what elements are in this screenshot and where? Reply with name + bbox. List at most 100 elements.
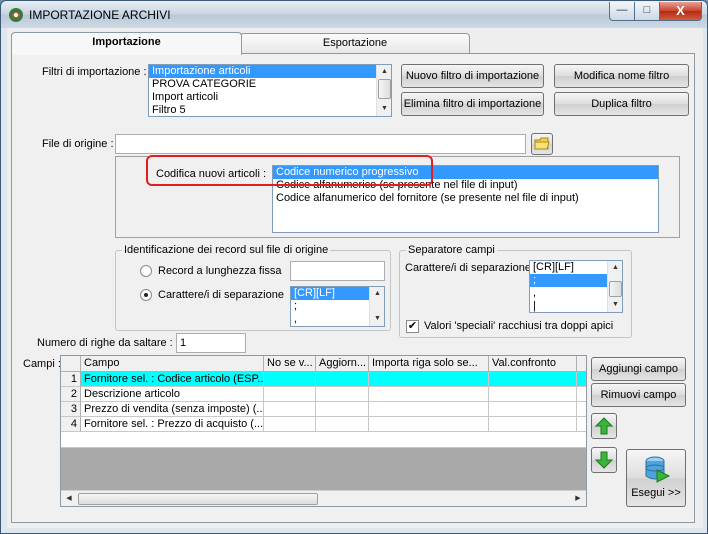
rename-filter-button[interactable]: Modifica nome filtro	[554, 64, 689, 88]
grid-cell[interactable]	[489, 387, 577, 402]
grid-cell[interactable]	[369, 402, 489, 417]
tab-importazione[interactable]: Importazione	[11, 32, 242, 55]
client-area: Importazione Esportazione Filtri di impo…	[7, 28, 703, 528]
source-file-input[interactable]	[115, 134, 526, 154]
grid-cell[interactable]	[577, 372, 586, 387]
scroll-thumb[interactable]	[378, 79, 391, 99]
grid-cell[interactable]	[316, 387, 369, 402]
grid-cell[interactable]	[369, 372, 489, 387]
grid-cell[interactable]	[264, 372, 316, 387]
list-item[interactable]: PROVA CATEGORIE	[149, 78, 391, 91]
table-row[interactable]: Descrizione articolo	[81, 387, 264, 402]
scroll-up-icon[interactable]: ▲	[608, 261, 622, 275]
fields-label: Campi :	[23, 358, 61, 370]
close-button[interactable]: X	[659, 2, 702, 21]
grid-cell[interactable]	[489, 402, 577, 417]
grid-empty-row	[61, 432, 586, 448]
quoted-values-checkbox[interactable]: ✔	[406, 320, 419, 333]
field-separator-group: Separatore campi Carattere/i di separazi…	[399, 244, 632, 338]
grid-horizontal-scrollbar[interactable]: ◀ ▶	[61, 490, 586, 506]
separator-radio[interactable]	[140, 289, 152, 301]
remove-field-button[interactable]: Rimuovi campo	[591, 383, 686, 407]
field-separator-listbox[interactable]: [CR][LF] ; , | ▲ ▼	[529, 260, 623, 313]
fields-grid[interactable]: Campo No se v... Aggiorn... Importa riga…	[60, 355, 587, 507]
add-field-button[interactable]: Aggiungi campo	[591, 357, 686, 381]
scroll-thumb[interactable]	[78, 493, 318, 505]
minimize-button[interactable]: —	[609, 2, 635, 21]
title-bar: IMPORTAZIONE ARCHIVI — □ X	[1, 1, 707, 28]
quoted-values-label: Valori 'speciali' racchiusi tra doppi ap…	[424, 320, 614, 332]
column-header-importa-riga[interactable]: Importa riga solo se...	[369, 356, 489, 372]
execute-button[interactable]: Esegui >>	[626, 449, 686, 507]
field-separator-label: Carattere/i di separazione	[405, 262, 531, 274]
grid-cell[interactable]	[489, 372, 577, 387]
grid-cell[interactable]	[369, 417, 489, 432]
row-number[interactable]: 1	[61, 372, 81, 387]
list-item[interactable]: Filtro 5	[149, 104, 391, 116]
move-down-button[interactable]	[591, 447, 617, 473]
filters-label: Filtri di importazione :	[42, 66, 147, 78]
grid-cell[interactable]	[577, 417, 586, 432]
list-item[interactable]: Import articoli	[149, 91, 391, 104]
filters-scrollbar[interactable]: ▲ ▼	[376, 65, 391, 116]
record-id-title: Identificazione dei record sul file di o…	[122, 244, 331, 256]
field-separator-title: Separatore campi	[406, 244, 497, 256]
fixed-length-radio[interactable]	[140, 265, 152, 277]
folder-icon	[534, 137, 550, 150]
grid-cell[interactable]	[369, 387, 489, 402]
table-row[interactable]: Fornitore sel. : Codice articolo (ESP...	[81, 372, 264, 387]
fixed-length-input[interactable]	[290, 261, 385, 281]
scroll-down-icon[interactable]: ▼	[377, 102, 391, 116]
delete-filter-button[interactable]: Elimina filtro di importazione	[401, 92, 544, 116]
scroll-right-icon[interactable]: ▶	[570, 491, 586, 506]
grid-cell[interactable]	[316, 402, 369, 417]
scroll-up-icon[interactable]: ▲	[370, 287, 384, 301]
skip-rows-label: Numero di righe da saltare :	[37, 337, 173, 349]
separator-label: Carattere/i di separazione	[158, 289, 284, 301]
annotation-highlight	[146, 155, 433, 186]
column-header-extra[interactable]	[577, 356, 586, 372]
record-separator-scrollbar[interactable]: ▲ ▼	[369, 287, 384, 326]
grid-cell[interactable]	[316, 372, 369, 387]
skip-rows-input[interactable]: 1	[176, 333, 246, 353]
scroll-down-icon[interactable]: ▼	[608, 298, 622, 312]
column-header-no-se-v[interactable]: No se v...	[264, 356, 316, 372]
table-row[interactable]: Fornitore sel. : Prezzo di acquisto (...	[81, 417, 264, 432]
arrow-down-icon	[594, 451, 614, 469]
source-file-label: File di origine :	[42, 138, 114, 150]
row-number[interactable]: 2	[61, 387, 81, 402]
grid-cell[interactable]	[577, 387, 586, 402]
grid-cell[interactable]	[264, 417, 316, 432]
list-item[interactable]: Importazione articoli	[149, 65, 391, 78]
table-row[interactable]: Prezzo di vendita (senza imposte) (...	[81, 402, 264, 417]
grid-cell[interactable]	[264, 402, 316, 417]
scroll-left-icon[interactable]: ◀	[61, 491, 77, 506]
tab-esportazione[interactable]: Esportazione	[240, 33, 470, 54]
arrow-up-icon	[594, 417, 614, 435]
row-number[interactable]: 3	[61, 402, 81, 417]
list-item[interactable]: Codice alfanumerico del fornitore (se pr…	[273, 192, 658, 205]
column-header-aggiorn[interactable]: Aggiorn...	[316, 356, 369, 372]
grid-cell[interactable]	[577, 402, 586, 417]
maximize-button[interactable]: □	[634, 2, 660, 21]
record-separator-listbox[interactable]: [CR][LF] ; , ▲ ▼	[290, 286, 385, 327]
record-id-group: Identificazione dei record sul file di o…	[115, 244, 391, 331]
column-header-val-confronto[interactable]: Val.confronto	[489, 356, 577, 372]
filters-listbox[interactable]: Importazione articoli PROVA CATEGORIE Im…	[148, 64, 392, 117]
app-icon	[9, 8, 23, 22]
move-up-button[interactable]	[591, 413, 617, 439]
scroll-up-icon[interactable]: ▲	[377, 65, 391, 79]
import-archives-window: IMPORTAZIONE ARCHIVI — □ X Importazione …	[0, 0, 708, 534]
field-separator-scrollbar[interactable]: ▲ ▼	[607, 261, 622, 312]
duplicate-filter-button[interactable]: Duplica filtro	[554, 92, 689, 116]
column-header-campo[interactable]: Campo	[81, 356, 264, 372]
scroll-down-icon[interactable]: ▼	[370, 312, 384, 326]
row-number[interactable]: 4	[61, 417, 81, 432]
new-filter-button[interactable]: Nuovo filtro di importazione	[401, 64, 544, 88]
fixed-length-label: Record a lunghezza fissa	[158, 265, 282, 277]
scroll-thumb[interactable]	[609, 281, 622, 297]
browse-folder-button[interactable]	[531, 133, 553, 155]
grid-cell[interactable]	[316, 417, 369, 432]
grid-cell[interactable]	[264, 387, 316, 402]
grid-cell[interactable]	[489, 417, 577, 432]
